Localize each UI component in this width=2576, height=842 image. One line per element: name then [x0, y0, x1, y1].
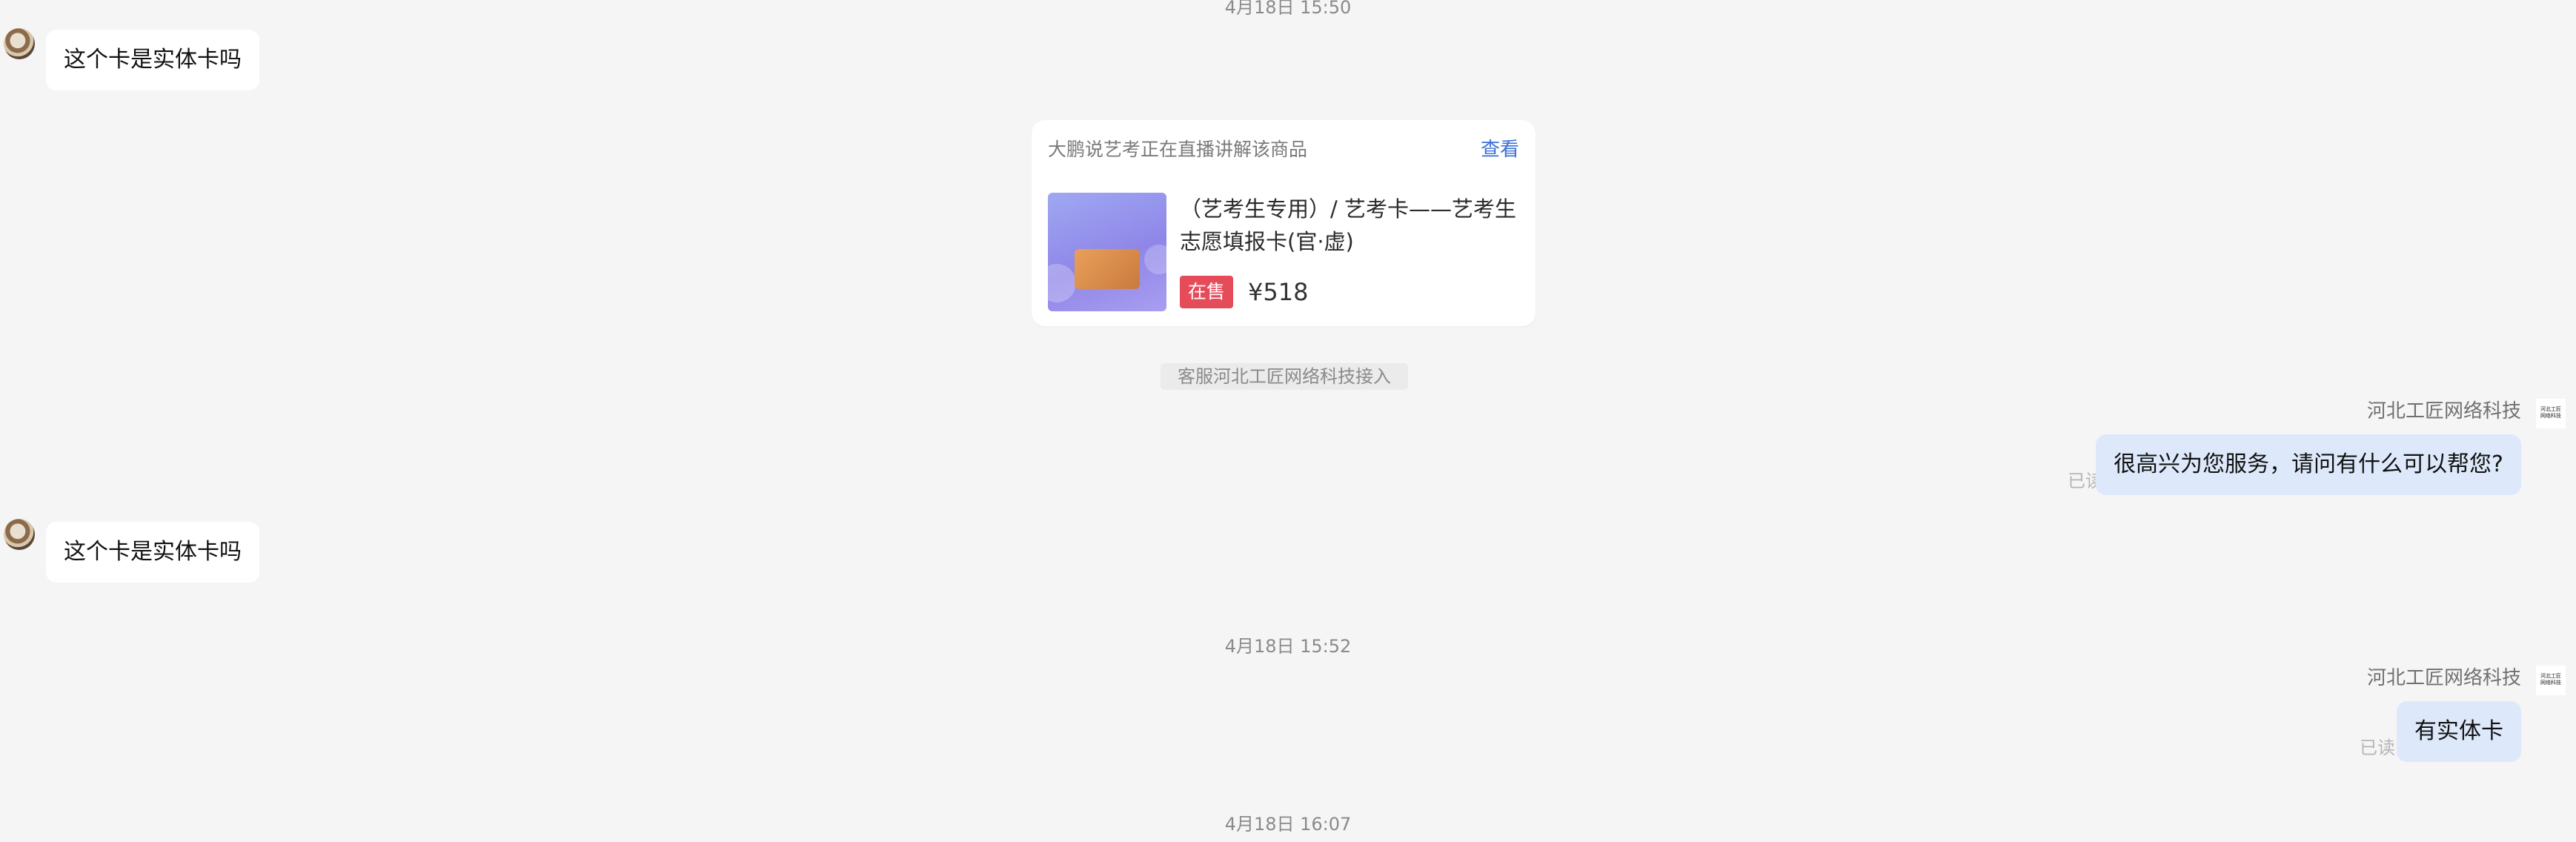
read-status: 已读 [2360, 737, 2395, 758]
customer-avatar[interactable] [4, 519, 35, 550]
decor-orb [1048, 264, 1076, 302]
agent-avatar[interactable]: 河北工匠 网络科技 [2536, 666, 2566, 695]
product-card[interactable]: 大鹏说艺考正在直播讲解该商品 查看 （艺考生专用）/ 艺考卡——艺考生志愿填报卡… [1032, 120, 1536, 326]
sender-name: 河北工匠网络科技 [2366, 667, 2521, 689]
product-card-header: 大鹏说艺考正在直播讲解该商品 [1048, 139, 1308, 160]
agent-avatar[interactable]: 河北工匠 网络科技 [2536, 399, 2566, 428]
product-title[interactable]: （艺考生专用）/ 艺考卡——艺考生志愿填报卡(官·虚) [1180, 193, 1521, 258]
timestamp: 4月18日 15:50 [1224, 0, 1352, 18]
timestamp: 4月18日 15:52 [1224, 636, 1352, 657]
incoming-message-bubble: 这个卡是实体卡吗 [46, 522, 259, 583]
timestamp: 4月18日 16:07 [1224, 814, 1352, 835]
product-price: ¥518 [1248, 278, 1309, 306]
outgoing-message-bubble: 有实体卡 [2397, 701, 2521, 762]
customer-avatar[interactable] [4, 28, 35, 59]
product-thumbnail-image[interactable] [1048, 193, 1166, 311]
incoming-message-bubble: 这个卡是实体卡吗 [46, 30, 259, 90]
chat-window: 4月18日 15:50 这个卡是实体卡吗 大鹏说艺考正在直播讲解该商品 查看 （… [0, 0, 2576, 842]
vip-card-graphic [1075, 249, 1140, 289]
sender-name: 河北工匠网络科技 [2366, 400, 2521, 422]
view-product-link[interactable]: 查看 [1481, 136, 1519, 163]
decor-orb [1144, 245, 1166, 274]
system-notice: 客服河北工匠网络科技接入 [1161, 363, 1408, 390]
outgoing-message-bubble: 很高兴为您服务，请问有什么可以帮您? [2096, 434, 2521, 495]
status-badge: 在售 [1180, 276, 1233, 308]
